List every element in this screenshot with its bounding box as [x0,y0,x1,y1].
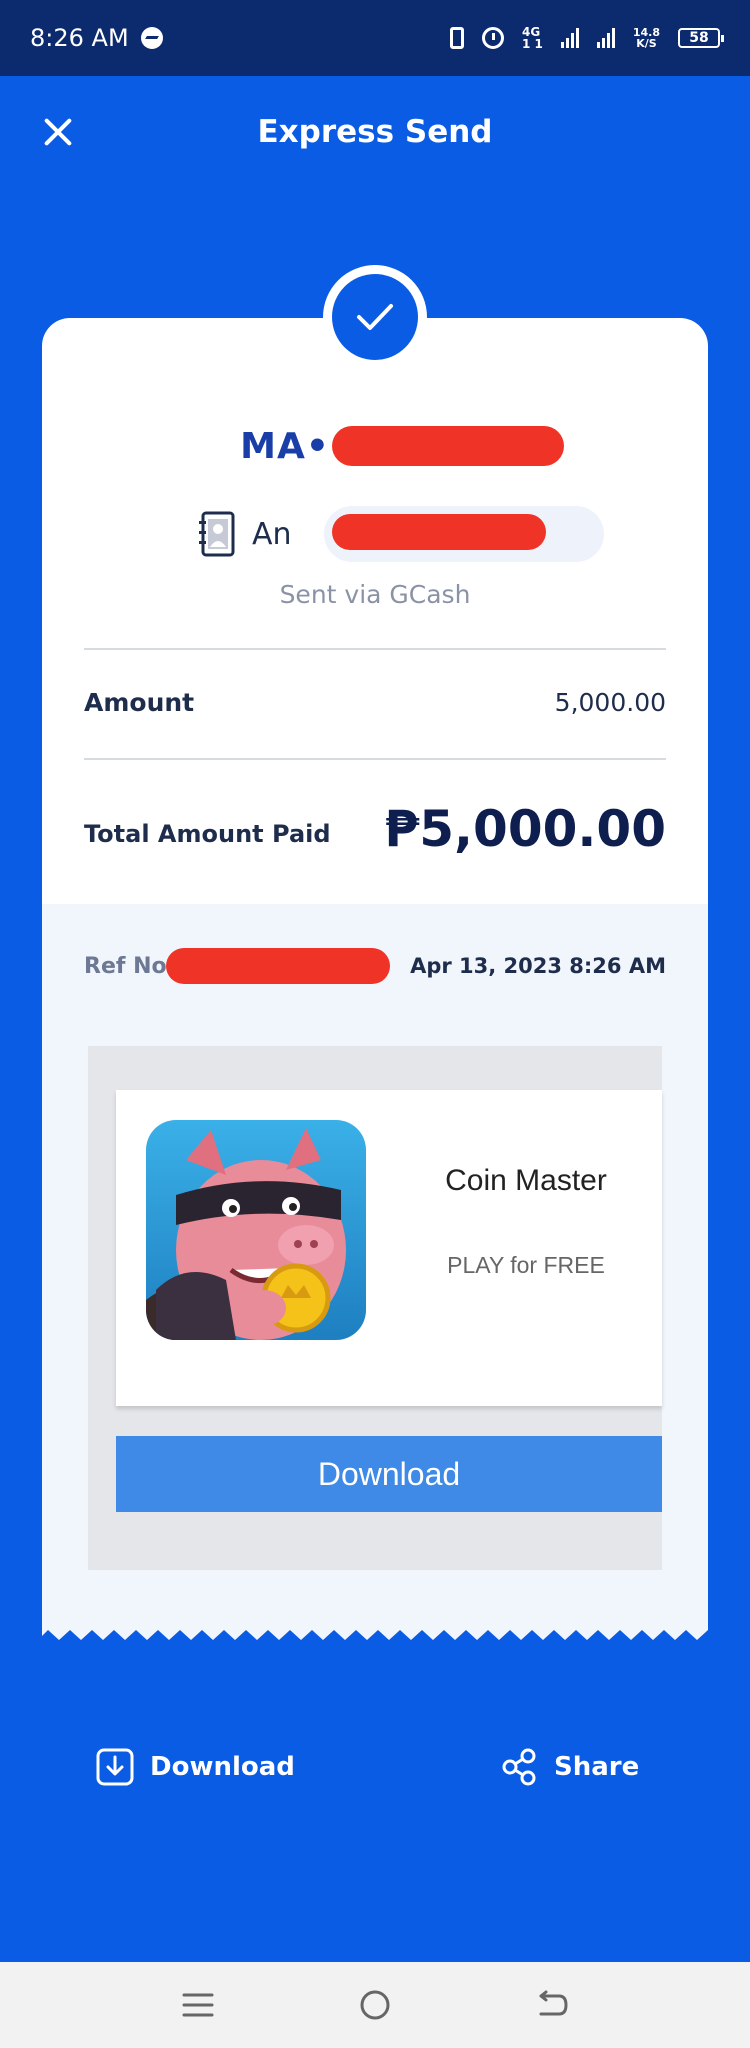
vibrate-icon [449,27,464,49]
redaction-mark-3 [166,948,390,984]
amount-label: Amount [84,688,195,717]
app-tagline: PLAY for FREE [447,1252,605,1278]
back-icon [539,1990,568,2016]
speed-unit: K/S [636,37,657,50]
app-icon[interactable] [146,1120,366,1340]
speed-indicator: 14.8 K/S [633,27,660,49]
redaction-mark-2 [332,514,546,550]
check-icon [357,304,393,330]
contact-row: An [198,508,292,560]
ad-card[interactable]: Coin Master PLAY for FREE [116,1090,662,1406]
divider-2 [84,758,666,760]
status-left: 8:26 AM [30,24,163,52]
system-nav-bar [0,1962,750,2048]
receipt-card: MA• An Sent via GCash Amount 5,000.00 To… [42,318,708,1618]
back-button[interactable] [532,1985,572,2025]
contact-name: An [252,516,292,552]
ad-banner[interactable]: Coin Master PLAY for FREE Download [88,1046,662,1570]
signal-icon-2 [596,28,615,48]
success-badge-inner [332,274,418,360]
download-receipt-button[interactable]: Download [96,1748,295,1786]
receipt-zigzag-edge [42,1618,708,1640]
network-sub: 1 1 [521,37,543,51]
home-icon [360,1990,390,2020]
share-label: Share [554,1752,640,1782]
share-icon [502,1748,536,1786]
network-indicator: 4G 1 1 [522,26,543,50]
sent-via-label: Sent via GCash [279,580,471,609]
recipient-name-text: MA• [240,426,330,467]
amount-value: 5,000.00 [554,688,666,717]
status-time: 8:26 AM [30,24,129,52]
messenger-icon [140,27,163,49]
total-value: ₱5,000.00 [384,800,666,858]
transaction-date: Apr 13, 2023 8:26 AM [410,954,666,978]
recents-button[interactable] [178,1985,218,2025]
recents-icon [182,1993,214,2017]
coin-master-icon [146,1120,366,1340]
share-button[interactable]: Share [500,1748,639,1786]
header: Express Send [0,76,750,196]
battery-icon: 58 [678,28,724,48]
status-right: 4G 1 1 14.8 K/S 58 [449,26,724,50]
download-label: Download [150,1752,295,1782]
total-label: Total Amount Paid [84,820,331,848]
success-badge [323,265,427,369]
alarm-icon [481,27,504,49]
signal-icon [560,28,579,48]
ad-download-button[interactable]: Download [116,1436,662,1512]
reference-section: Ref No. Apr 13, 2023 8:26 AM Coin Master… [42,904,708,1618]
page-title: Express Send [257,114,493,150]
download-icon [96,1748,134,1786]
battery-level: 58 [689,30,709,46]
divider [84,648,666,650]
home-button[interactable] [355,1985,395,2025]
contact-book-icon [199,511,235,557]
redaction-mark [332,426,564,466]
status-bar: 8:26 AM 4G 1 1 14.8 K/S 58 [0,0,750,76]
app-name[interactable]: Coin Master [406,1164,646,1198]
ref-label: Ref No. [84,954,175,979]
